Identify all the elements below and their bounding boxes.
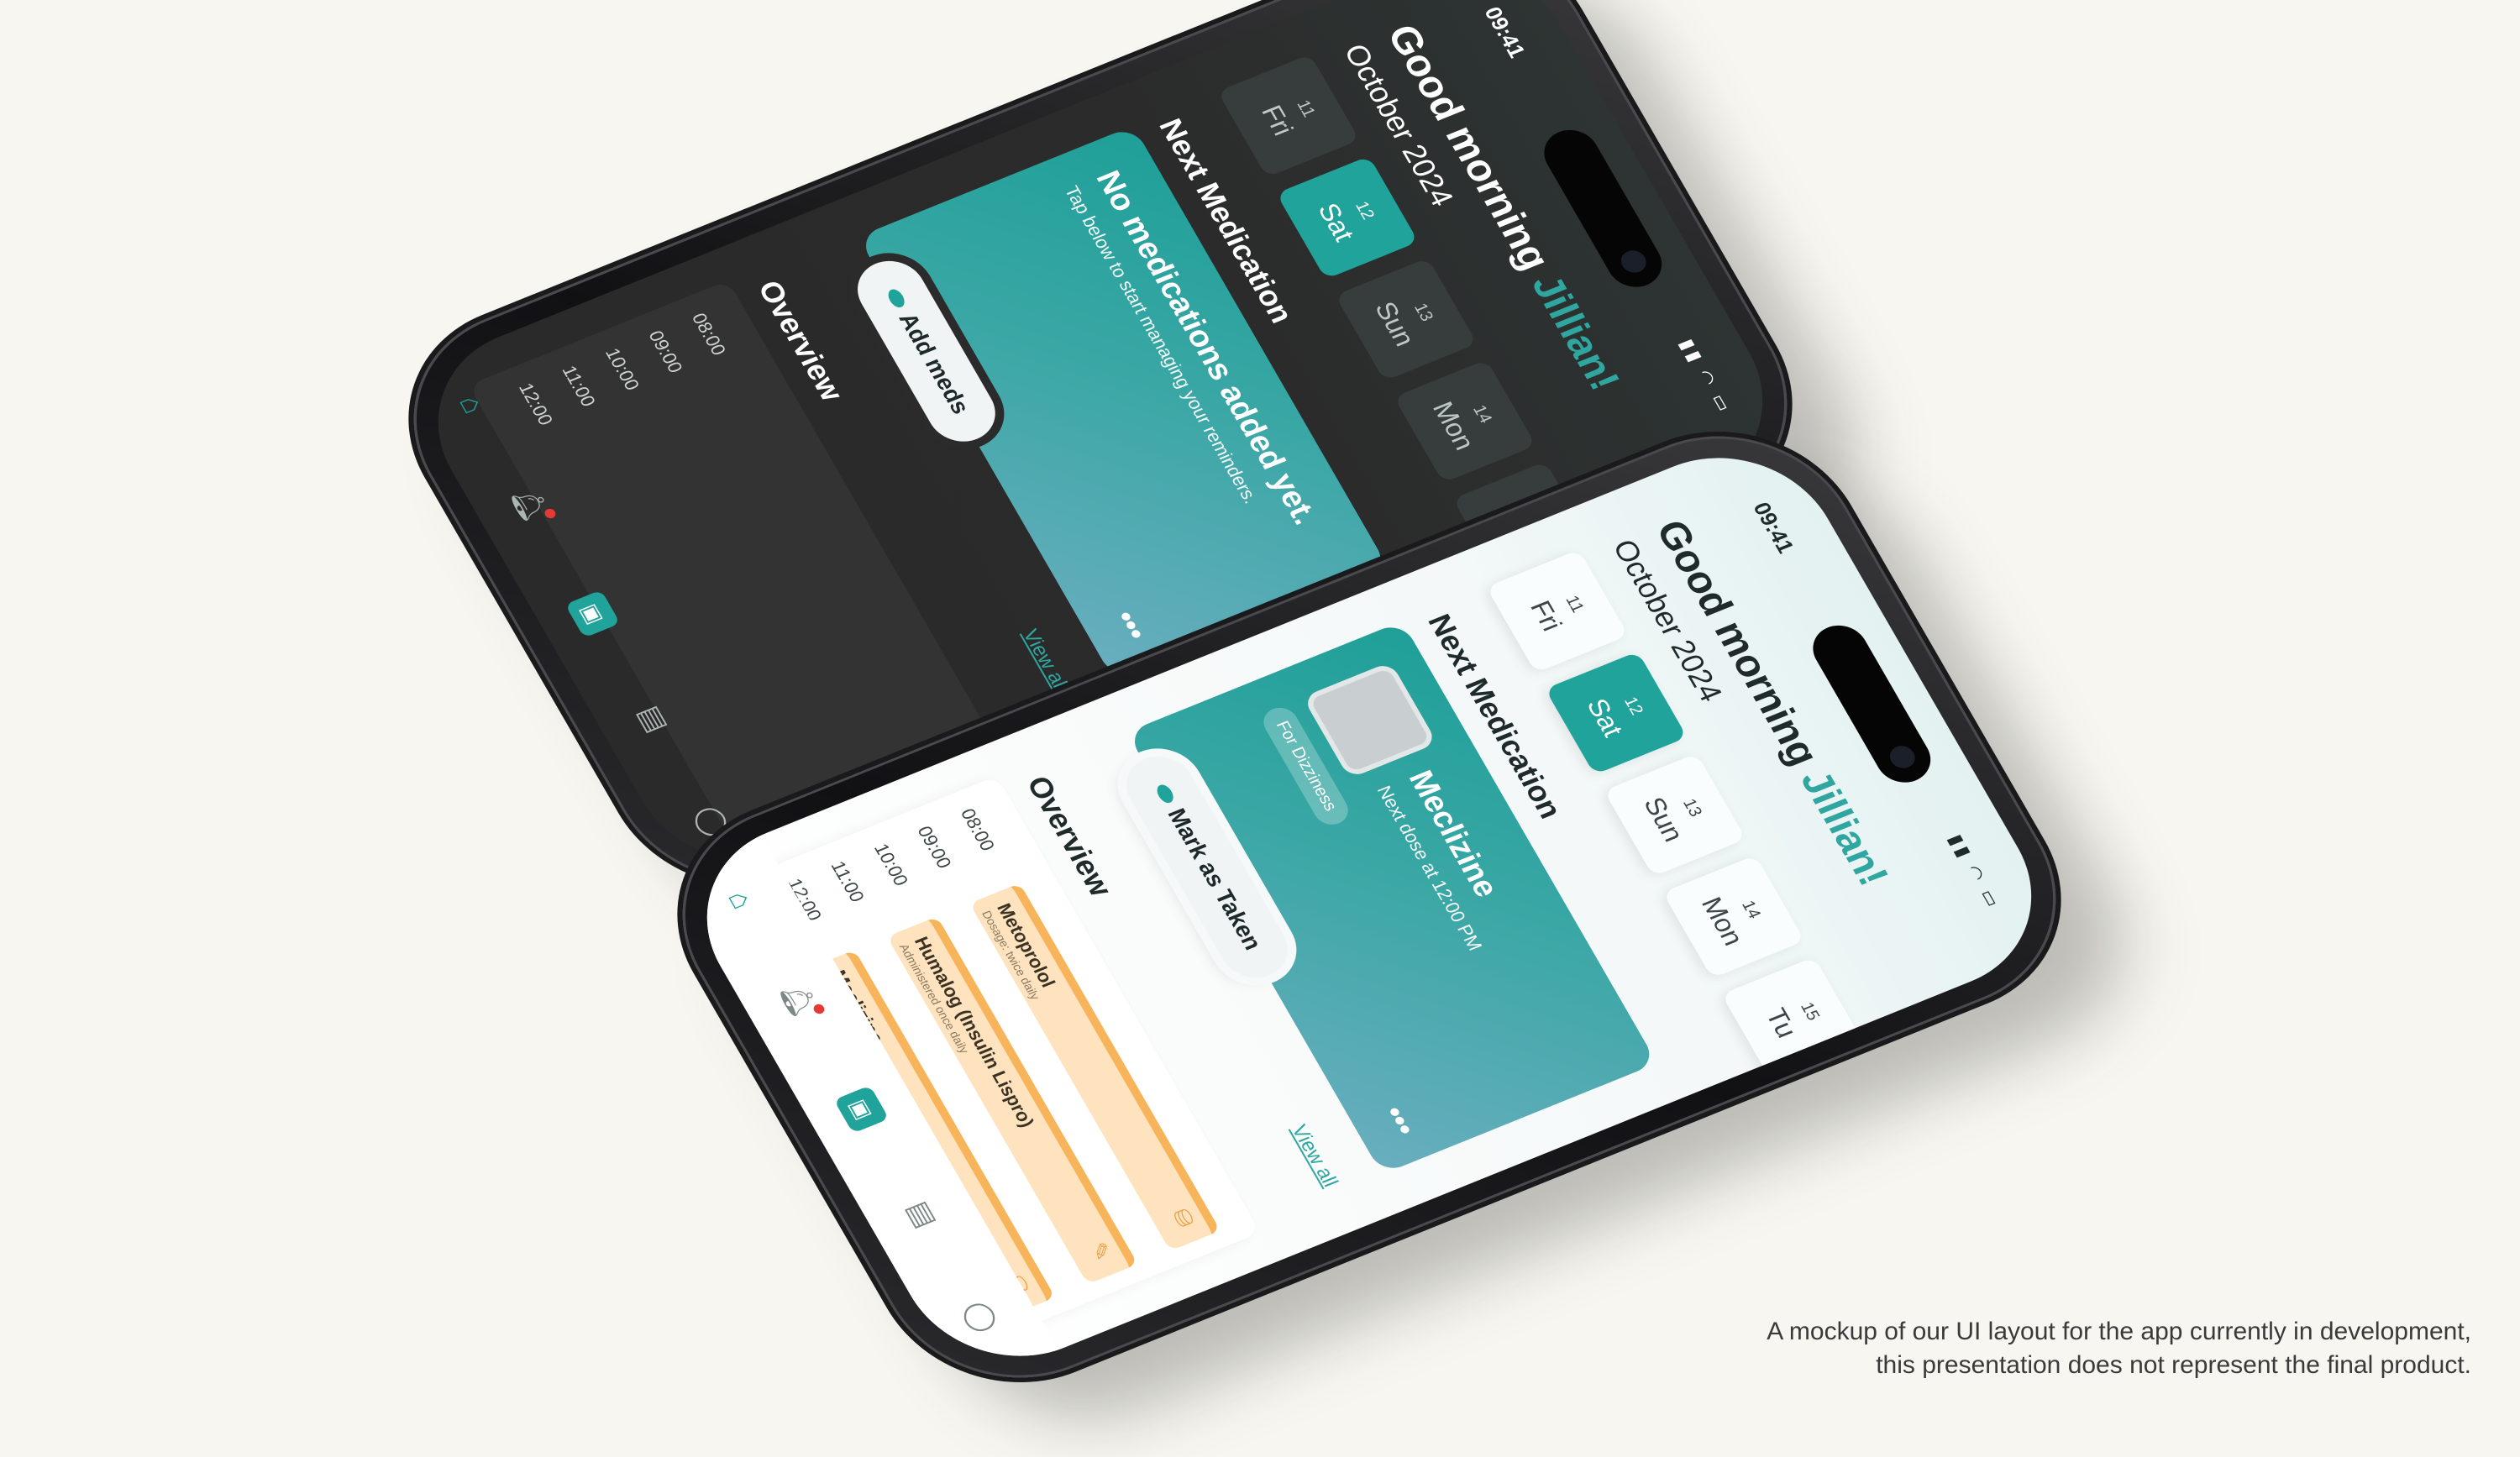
camera-icon bbox=[1616, 247, 1651, 276]
greeting-name: Jillian! bbox=[1791, 764, 1898, 893]
home-icon[interactable]: ⌂ bbox=[452, 390, 491, 418]
caption-line: A mockup of our UI layout for the app cu… bbox=[1767, 1318, 2471, 1345]
day-fri[interactable]: 11 Fri bbox=[1217, 54, 1360, 178]
day-number: 12 bbox=[1620, 694, 1647, 718]
greeting-name: Jillian! bbox=[1522, 269, 1629, 397]
bell-icon[interactable]: 🔔︎ bbox=[774, 977, 827, 1022]
calendar-icon[interactable]: ▤ bbox=[900, 1197, 945, 1233]
notification-dot bbox=[811, 1003, 827, 1016]
day-number: 12 bbox=[1351, 198, 1378, 223]
pill-box-icon[interactable]: ▣ bbox=[833, 1085, 890, 1134]
view-all-link[interactable]: View all bbox=[1017, 626, 1074, 695]
day-sat[interactable]: 12 Sat bbox=[1276, 155, 1419, 280]
day-number: 13 bbox=[1410, 301, 1437, 324]
mark-as-taken-label: Mark as Taken bbox=[1163, 804, 1268, 954]
day-mon[interactable]: 14 Mon bbox=[1394, 359, 1536, 484]
day-number: 14 bbox=[1737, 898, 1765, 922]
day-sat[interactable]: 12 Sat bbox=[1545, 651, 1688, 775]
home-icon[interactable]: ⌂ bbox=[721, 886, 760, 914]
mark-as-taken-button[interactable]: ⬬Mark as Taken bbox=[1114, 747, 1300, 988]
pill-icon: ⬬ bbox=[1148, 779, 1184, 808]
view-all-link[interactable]: View all bbox=[1286, 1122, 1342, 1191]
day-number: 13 bbox=[1678, 796, 1706, 820]
bell-icon[interactable]: 🔔︎ bbox=[505, 482, 558, 527]
time-column: 08:00 09:00 10:00 11:00 12:00 bbox=[503, 306, 743, 433]
day-sun[interactable]: 13 Sun bbox=[1604, 752, 1746, 877]
day-label: Mon bbox=[1695, 893, 1751, 950]
signal-wifi-battery-icon: ▮▮ ◠ ▭ bbox=[1675, 336, 1738, 417]
notification-dot bbox=[543, 507, 558, 521]
day-label: Mon bbox=[1426, 397, 1482, 454]
status-time: 09:41 bbox=[1747, 498, 1800, 557]
medication-image bbox=[1302, 661, 1438, 779]
signal-wifi-battery-icon: ▮▮ ◠ ▭ bbox=[1944, 831, 2007, 913]
add-meds-button[interactable]: ⬬Add meds bbox=[845, 251, 1008, 452]
camera-icon bbox=[1885, 742, 1919, 772]
more-options-icon[interactable]: ••• bbox=[1377, 1102, 1421, 1140]
add-meds-label: Add meds bbox=[894, 309, 975, 418]
day-number: 11 bbox=[1293, 97, 1320, 120]
status-time: 09:41 bbox=[1478, 3, 1531, 61]
empty-state-subtitle: Tap below to start managing your reminde… bbox=[1060, 182, 1263, 507]
more-options-icon[interactable]: ••• bbox=[1108, 606, 1152, 645]
profile-icon[interactable]: ◯ bbox=[958, 1297, 1005, 1337]
day-fri[interactable]: 11 Fri bbox=[1486, 549, 1629, 673]
day-mon[interactable]: 14 Mon bbox=[1662, 855, 1805, 979]
day-sun[interactable]: 13 Sun bbox=[1335, 257, 1478, 381]
day-number: 15 bbox=[1796, 999, 1824, 1024]
day-number: 11 bbox=[1562, 593, 1588, 616]
calendar-icon[interactable]: ▤ bbox=[631, 701, 676, 737]
day-number: 14 bbox=[1468, 402, 1496, 427]
mockup-caption: A mockup of our UI layout for the app cu… bbox=[1767, 1315, 2471, 1382]
pill-box-icon[interactable]: ▣ bbox=[564, 590, 621, 638]
caption-line: this presentation does not represent the… bbox=[1876, 1351, 2471, 1379]
pill-icon: ⬬ bbox=[879, 284, 915, 312]
